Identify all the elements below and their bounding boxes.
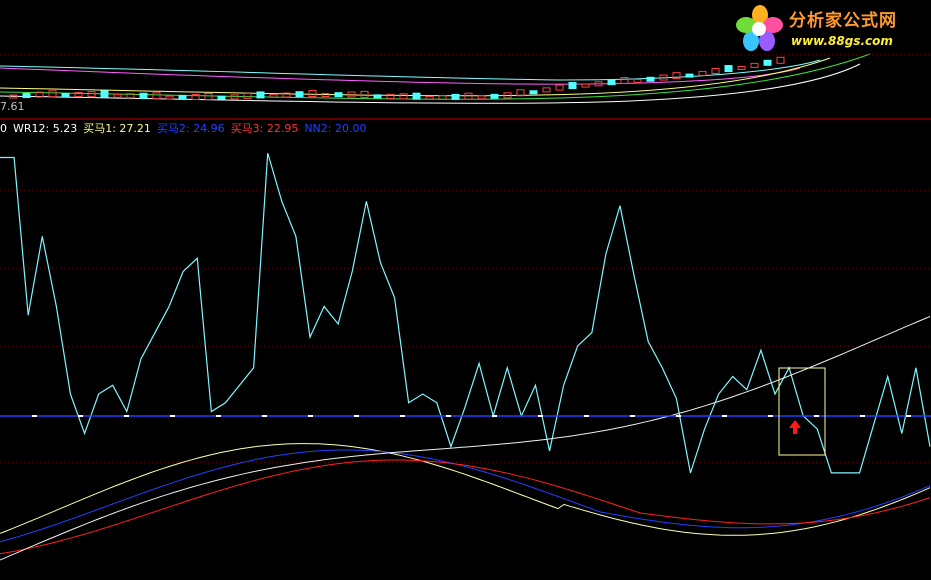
candle <box>178 94 187 100</box>
indicator-legend: 0 WR12: 5.23 买马1: 27.21 买马2: 24.96 买马3: 22.9… <box>0 121 372 137</box>
candle <box>776 56 785 64</box>
candle <box>204 92 213 100</box>
last-price-label: 7.61 <box>0 100 25 113</box>
indicator-chart <box>0 53 931 561</box>
signal-marks <box>32 367 911 456</box>
legend-item: 0 <box>0 122 7 135</box>
legend-item: NN2: 20.00 <box>304 122 367 135</box>
candle <box>763 59 772 66</box>
candle <box>399 93 408 100</box>
candle <box>555 84 564 91</box>
wr12-line <box>0 152 931 474</box>
logo-url: www.88gs.com <box>791 34 893 48</box>
candle <box>61 93 70 98</box>
buy-arrow-icon <box>789 420 801 434</box>
series-lines <box>0 152 931 561</box>
ma2-line <box>0 449 931 543</box>
candle <box>633 78 642 83</box>
legend-item: 买马1: 27.21 <box>83 122 151 135</box>
candle <box>711 68 720 75</box>
candle <box>451 93 460 100</box>
candle <box>412 92 421 100</box>
price-panel <box>0 53 871 104</box>
legend-item: WR12: 5.23 <box>13 122 78 135</box>
flower-icon <box>736 5 783 51</box>
candle <box>243 92 252 99</box>
candle <box>698 70 707 76</box>
candle <box>646 76 655 82</box>
candle <box>139 92 148 99</box>
candle <box>737 65 746 70</box>
candle <box>113 93 122 98</box>
candle <box>334 92 343 98</box>
candle <box>425 95 434 100</box>
candle <box>477 95 486 100</box>
candle <box>685 73 694 78</box>
candle <box>100 90 109 98</box>
candle <box>48 90 57 98</box>
candle <box>269 93 278 98</box>
ma1-line <box>0 443 931 536</box>
candle <box>360 90 369 98</box>
candle <box>490 93 499 99</box>
price-ma-line <box>0 59 821 81</box>
candle <box>295 91 304 98</box>
candle <box>724 65 733 73</box>
candle <box>308 90 317 98</box>
site-logo: 分析家公式网 www.88gs.com <box>733 4 928 54</box>
legend-item: 买马3: 22.95 <box>230 122 299 135</box>
candle <box>542 87 551 93</box>
logo-title: 分析家公式网 <box>789 11 897 31</box>
grid <box>0 54 931 463</box>
candle <box>750 62 759 68</box>
candle <box>152 92 161 100</box>
candle <box>568 82 577 90</box>
candle <box>529 90 538 95</box>
candle <box>373 94 382 99</box>
candle <box>581 83 590 88</box>
candle <box>165 95 174 100</box>
candle <box>217 95 226 100</box>
candle <box>256 91 265 99</box>
candle <box>22 93 31 99</box>
legend-item: 买马2: 24.96 <box>156 122 225 135</box>
candle <box>620 77 629 85</box>
candle <box>607 79 616 86</box>
